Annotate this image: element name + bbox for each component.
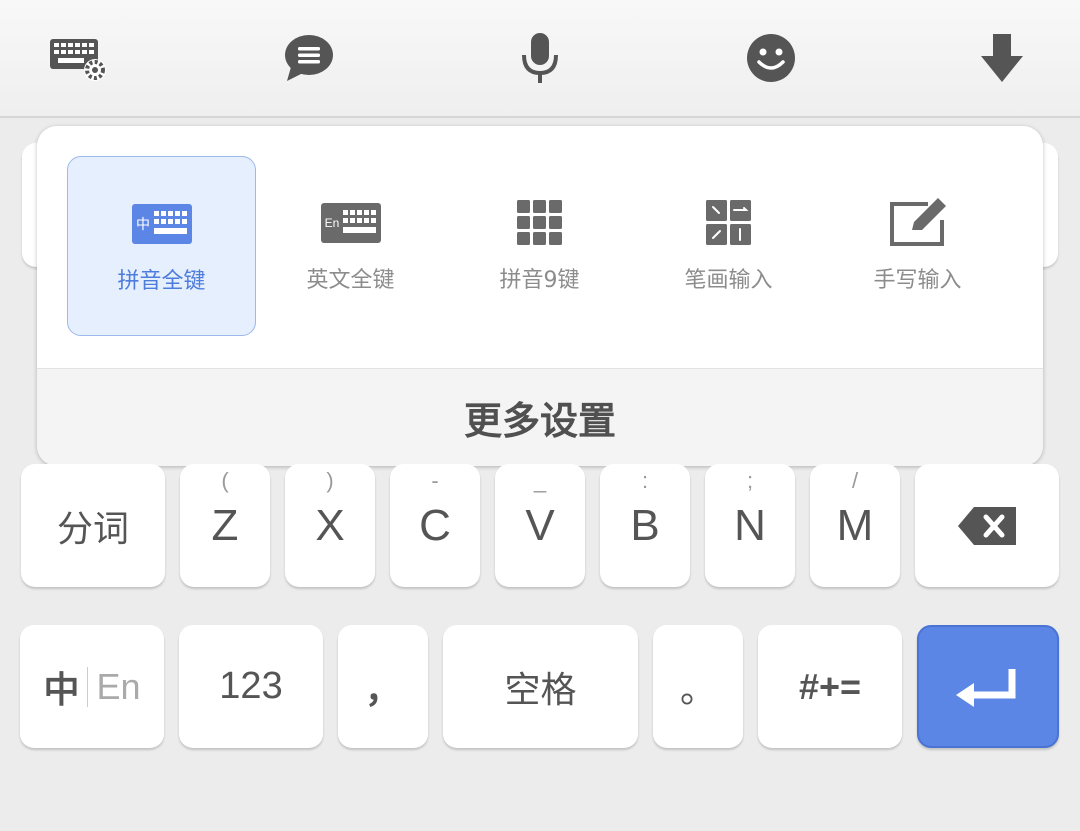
space-key-label: 空格	[504, 669, 577, 711]
segment-key[interactable]: 分词	[21, 464, 165, 587]
key-letter: V	[525, 500, 555, 550]
more-settings-button[interactable]: 更多设置	[37, 368, 1043, 466]
key-n[interactable]: ; N	[705, 464, 795, 587]
key-c[interactable]: - C	[390, 464, 480, 587]
backspace-icon	[958, 506, 1016, 545]
key-x[interactable]: ) X	[285, 464, 375, 587]
segment-key-label: 分词	[56, 508, 129, 550]
keyboard-settings-icon	[50, 39, 106, 81]
backspace-key[interactable]	[915, 464, 1059, 587]
period-key-label: 。	[679, 669, 716, 711]
layout-option-label: 拼音全键	[117, 269, 206, 294]
key-letter: M	[836, 500, 874, 550]
language-divider	[87, 666, 89, 707]
key-letter: B	[630, 500, 660, 550]
language-switch-key[interactable]: 中 En	[20, 625, 164, 748]
layout-option-english-qwerty[interactable]: En 英文全键	[256, 156, 445, 336]
layout-option-label: 手写输入	[873, 268, 962, 293]
keyboard-toolbar	[0, 0, 1080, 118]
layout-option-nine-key[interactable]: 拼音9键	[445, 156, 634, 336]
key-letter: X	[315, 500, 345, 550]
key-v[interactable]: _ V	[495, 464, 585, 587]
layout-option-label: 英文全键	[306, 268, 395, 293]
key-sub-symbol: ;	[746, 468, 754, 493]
key-sub-symbol: (	[221, 468, 229, 493]
numbers-key[interactable]: 123	[179, 625, 323, 748]
pinyin-qwerty-icon: 中	[131, 204, 192, 244]
key-letter: Z	[211, 500, 239, 550]
language-zh-label: 中	[43, 669, 80, 711]
hide-keyboard-button[interactable]	[970, 28, 1034, 88]
voice-input-button[interactable]	[508, 28, 572, 88]
key-sub-symbol: /	[851, 468, 859, 493]
layout-options: 中 拼音全键 En 英文全键 拼音9键 笔画输入 手写输入	[37, 126, 1043, 368]
comma-key-label: ，	[364, 669, 401, 711]
key-sub-symbol: -	[431, 468, 439, 493]
keyboard-settings-button[interactable]	[46, 28, 110, 88]
symbols-key[interactable]: #+=	[758, 625, 902, 748]
microphone-icon	[522, 33, 558, 83]
numbers-key-label: 123	[219, 665, 283, 707]
handwriting-icon	[889, 198, 946, 246]
stroke-input-icon	[705, 200, 751, 245]
svg-text:中: 中	[136, 217, 150, 233]
emoji-button[interactable]	[739, 28, 803, 88]
layout-option-pinyin-qwerty[interactable]: 中 拼音全键	[67, 156, 256, 336]
layout-option-stroke[interactable]: 笔画输入	[634, 156, 823, 336]
key-sub-symbol: :	[641, 468, 649, 493]
emoji-icon	[747, 34, 795, 82]
key-sub-symbol: _	[533, 468, 547, 493]
enter-key[interactable]	[917, 625, 1059, 748]
period-key[interactable]: 。	[653, 625, 743, 748]
language-en-label: En	[96, 665, 141, 707]
layout-option-label: 拼音9键	[499, 268, 580, 293]
key-letter: C	[419, 500, 451, 550]
chat-bubble-icon	[285, 35, 333, 81]
key-z[interactable]: ( Z	[180, 464, 270, 587]
key-b[interactable]: : B	[600, 464, 690, 587]
svg-text:En: En	[324, 216, 339, 230]
hide-keyboard-icon	[981, 34, 1023, 82]
layout-option-label: 笔画输入	[684, 268, 773, 293]
keyboard-layout-popup: 中 拼音全键 En 英文全键 拼音9键 笔画输入 手写输入 更多设置	[37, 126, 1043, 466]
english-qwerty-icon: En	[320, 203, 381, 243]
space-key[interactable]: 空格	[443, 625, 638, 748]
chat-button[interactable]	[277, 28, 341, 88]
layout-option-handwriting[interactable]: 手写输入	[823, 156, 1012, 336]
nine-key-icon	[516, 200, 562, 245]
symbols-key-label: #+=	[798, 665, 862, 707]
key-letter: N	[734, 500, 766, 550]
enter-icon	[956, 668, 1016, 707]
key-sub-symbol: )	[326, 468, 334, 493]
key-m[interactable]: / M	[810, 464, 900, 587]
comma-key[interactable]: ，	[338, 625, 428, 748]
